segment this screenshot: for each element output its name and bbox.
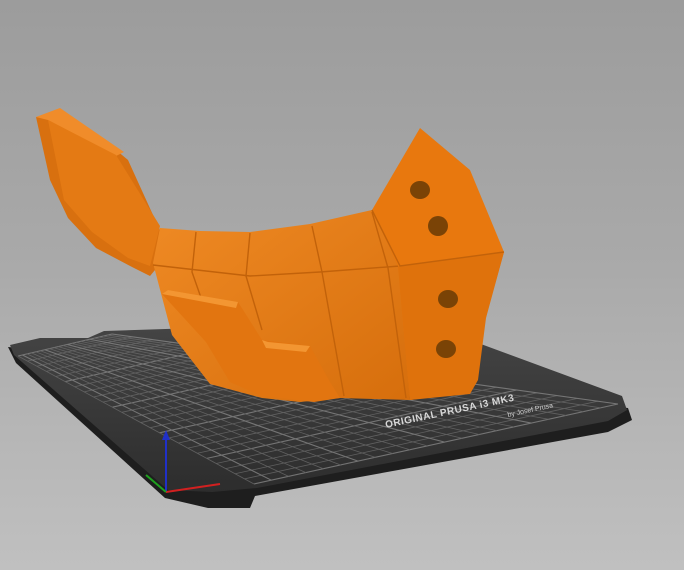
scene-canvas[interactable]: ORIGINAL PRUSA i3 MK3 by Josef Prusa xyxy=(0,0,684,570)
3d-viewport[interactable]: ORIGINAL PRUSA i3 MK3 by Josef Prusa xyxy=(0,0,684,570)
model-hole xyxy=(428,216,448,236)
model-hole xyxy=(410,181,430,199)
model-hole xyxy=(438,290,458,308)
model-hole xyxy=(436,340,456,358)
